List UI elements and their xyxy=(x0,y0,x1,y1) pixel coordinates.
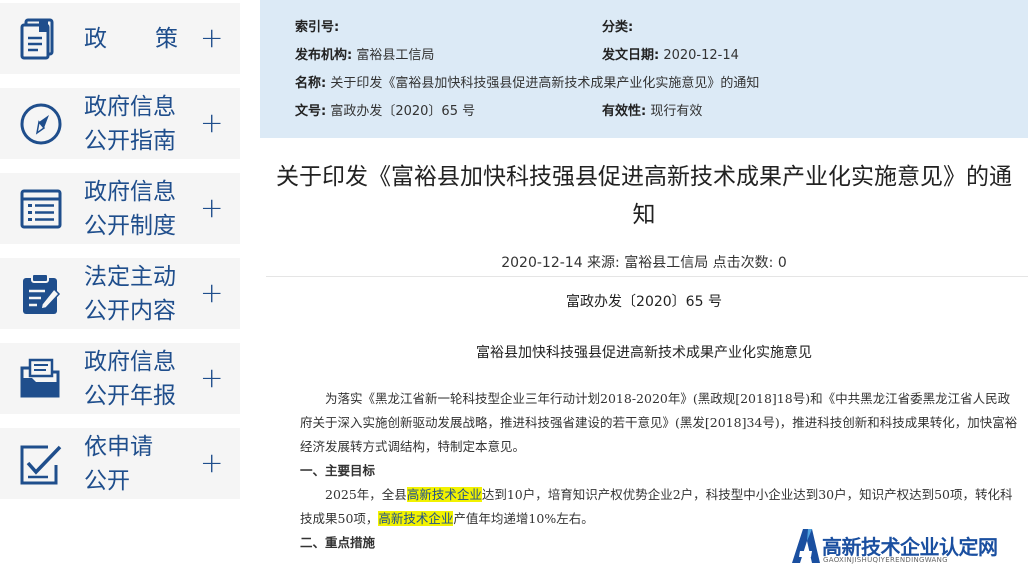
article-info: 2020-12-14 来源: 富裕县工信局 点击次数: 0 xyxy=(501,255,787,271)
expand-icon[interactable]: + xyxy=(200,21,223,55)
sidebar-item-label: 依申请 公开 xyxy=(84,434,153,494)
paragraph: 2025年，全县高新技术企业达到10户，培育知识产权优势企业2户，科技型中小企业… xyxy=(300,487,1013,526)
sidebar-item-guide[interactable]: 政府信息 公开指南 + xyxy=(0,88,240,159)
expand-icon[interactable]: + xyxy=(200,276,223,310)
section-heading: 一、主要目标 xyxy=(300,463,376,478)
folder-icon xyxy=(20,358,60,398)
clipboard-edit-icon xyxy=(23,273,61,314)
sidebar-item-system[interactable]: 政府信息 公开制度 + xyxy=(0,173,240,244)
watermark-logo: 高新技术企业认定网 GAOXINJISHUQIYERENDINGWANG xyxy=(790,525,1028,570)
expand-icon[interactable]: + xyxy=(200,191,223,225)
sidebar-item-label: 政 策 xyxy=(84,26,178,52)
meta-date: 发文日期: 2020-12-14 xyxy=(602,48,739,63)
sidebar: 政 策 + 政府信息 公开指南 + 政府信息 公开制度 + 法定主动 公开内容 … xyxy=(0,0,240,570)
meta-docno: 文号: 富政办发〔2020〕65 号 xyxy=(295,104,476,119)
expand-icon[interactable]: + xyxy=(200,106,223,140)
highlighted-term: 高新技术企业 xyxy=(378,511,454,526)
highlighted-term: 高新技术企业 xyxy=(406,487,482,502)
check-edit-icon xyxy=(20,445,62,485)
meta-validity: 有效性: 现行有效 xyxy=(602,104,703,119)
document-subtitle: 富裕县加快科技强县促进高新技术成果产业化实施意见 xyxy=(476,345,812,361)
main-content: 索引号: 分类: 发布机构: 富裕县工信局 发文日期: 2020-12-14 名… xyxy=(260,0,1028,570)
page-title: 关于印发《富裕县加快科技强县促进高新技术成果产业化实施意见》的通 知 xyxy=(276,164,1012,228)
divider xyxy=(266,276,1028,277)
sidebar-item-label: 政府信息 公开制度 xyxy=(84,179,176,239)
watermark-subtitle: GAOXINJISHUQIYERENDINGWANG xyxy=(823,556,948,564)
list-icon xyxy=(20,189,62,229)
document-meta-box: 索引号: 分类: 发布机构: 富裕县工信局 发文日期: 2020-12-14 名… xyxy=(260,0,1028,138)
sidebar-item-annual-report[interactable]: 政府信息 公开年报 + xyxy=(0,343,240,414)
sidebar-item-label: 政府信息 公开年报 xyxy=(84,349,176,409)
compass-icon xyxy=(20,103,62,145)
expand-icon[interactable]: + xyxy=(200,446,223,480)
sidebar-item-label: 政府信息 公开指南 xyxy=(84,94,176,154)
document-number: 富政办发〔2020〕65 号 xyxy=(566,294,722,310)
sidebar-item-apply[interactable]: 依申请 公开 + xyxy=(0,428,240,499)
meta-category: 分类: xyxy=(602,20,634,35)
document-icon xyxy=(20,18,54,60)
sidebar-item-label: 法定主动 公开内容 xyxy=(84,264,176,324)
watermark-a-icon xyxy=(792,529,820,563)
meta-index: 索引号: xyxy=(295,20,340,35)
paragraph: 为落实《黑龙江省新一轮科技型企业三年行动计划2018-2020年》(黑政规[20… xyxy=(300,391,1018,454)
sidebar-item-policy[interactable]: 政 策 + xyxy=(0,3,240,74)
sidebar-item-content[interactable]: 法定主动 公开内容 + xyxy=(0,258,240,329)
meta-publisher: 发布机构: 富裕县工信局 xyxy=(295,48,435,63)
meta-name: 名称: 关于印发《富裕县加快科技强县促进高新技术成果产业化实施意见》的通知 xyxy=(295,76,760,91)
expand-icon[interactable]: + xyxy=(200,361,223,395)
